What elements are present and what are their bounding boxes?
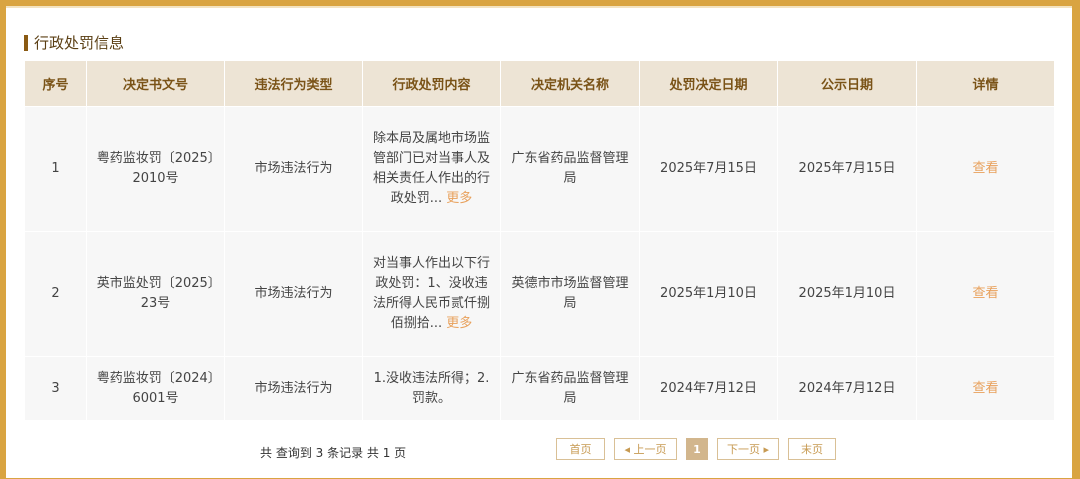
cell-doc: 英市监处罚〔2025〕23号 xyxy=(86,231,225,357)
header-publish-date: 公示日期 xyxy=(777,60,917,107)
more-link[interactable]: 更多 xyxy=(446,316,472,331)
cell-type: 市场违法行为 xyxy=(224,356,363,421)
cell-no: 3 xyxy=(24,356,87,421)
pagination: 首页 ◂ 上一页 1 下一页 ▸ 末页 xyxy=(556,438,836,460)
header-detail: 详情 xyxy=(916,60,1055,107)
cell-doc: 粤药监妆罚〔2025〕2010号 xyxy=(86,106,225,232)
view-link[interactable]: 查看 xyxy=(972,161,998,176)
view-link[interactable]: 查看 xyxy=(972,286,998,301)
content-text: 除本局及属地市场监管部门已对当事人及相关责任人作出的行政处罚... xyxy=(372,131,490,206)
cell-no: 1 xyxy=(24,106,87,232)
cell-publish-date: 2025年7月15日 xyxy=(777,106,917,232)
table-header-row: 序号 决定书文号 违法行为类型 行政处罚内容 决定机关名称 处罚决定日期 公示日… xyxy=(24,60,1055,107)
content-panel: 行政处罚信息 序号 决定书文号 违法行为类型 行政处罚内容 决定机关名称 处罚决… xyxy=(6,6,1072,478)
cell-content: 除本局及属地市场监管部门已对当事人及相关责任人作出的行政处罚... 更多 xyxy=(362,106,501,232)
title-bar-marker xyxy=(24,34,28,51)
cell-org: 广东省药品监督管理局 xyxy=(500,106,640,232)
penalty-table: 序号 决定书文号 违法行为类型 行政处罚内容 决定机关名称 处罚决定日期 公示日… xyxy=(24,60,1055,421)
current-page-button[interactable]: 1 xyxy=(686,438,708,460)
header-no: 序号 xyxy=(24,60,87,107)
cell-type: 市场违法行为 xyxy=(224,106,363,232)
header-content: 行政处罚内容 xyxy=(362,60,501,107)
cell-doc: 粤药监妆罚〔2024〕6001号 xyxy=(86,356,225,421)
cell-content: 1.没收违法所得；2.罚款。 xyxy=(362,356,501,421)
cell-detail: 查看 xyxy=(916,356,1055,421)
prev-page-button[interactable]: ◂ 上一页 xyxy=(614,438,677,460)
header-decision-date: 处罚决定日期 xyxy=(639,60,778,107)
cell-decision-date: 2025年7月15日 xyxy=(639,106,778,232)
cell-detail: 查看 xyxy=(916,231,1055,357)
cell-org: 英德市市场监督管理局 xyxy=(500,231,640,357)
cell-decision-date: 2024年7月12日 xyxy=(639,356,778,421)
cell-no: 2 xyxy=(24,231,87,357)
table-footer: 共 查询到 3 条记录 共 1 页 首页 ◂ 上一页 1 下一页 ▸ 末页 xyxy=(24,438,1054,466)
table-row: 2 英市监处罚〔2025〕23号 市场违法行为 对当事人作出以下行政处罚：1、没… xyxy=(24,231,1055,357)
view-link[interactable]: 查看 xyxy=(972,381,998,396)
next-page-button[interactable]: 下一页 ▸ xyxy=(717,438,779,460)
cell-decision-date: 2025年1月10日 xyxy=(639,231,778,357)
table-row: 3 粤药监妆罚〔2024〕6001号 市场违法行为 1.没收违法所得；2.罚款。… xyxy=(24,356,1055,421)
more-link[interactable]: 更多 xyxy=(446,191,472,206)
content-text: 1.没收违法所得；2.罚款。 xyxy=(373,370,490,406)
cell-publish-date: 2024年7月12日 xyxy=(777,356,917,421)
header-org: 决定机关名称 xyxy=(500,60,640,107)
section-title: 行政处罚信息 xyxy=(24,32,124,53)
content-text: 对当事人作出以下行政处罚：1、没收违法所得人民币贰仟捌佰捌拾... xyxy=(372,256,490,331)
cell-content: 对当事人作出以下行政处罚：1、没收违法所得人民币贰仟捌佰捌拾... 更多 xyxy=(362,231,501,357)
cell-org: 广东省药品监督管理局 xyxy=(500,356,640,421)
cell-type: 市场违法行为 xyxy=(224,231,363,357)
cell-detail: 查看 xyxy=(916,106,1055,232)
header-type: 违法行为类型 xyxy=(224,60,363,107)
last-page-button[interactable]: 末页 xyxy=(788,438,836,460)
section-title-text: 行政处罚信息 xyxy=(34,34,125,52)
cell-publish-date: 2025年1月10日 xyxy=(777,231,917,357)
table-row: 1 粤药监妆罚〔2025〕2010号 市场违法行为 除本局及属地市场监管部门已对… xyxy=(24,106,1055,232)
header-doc: 决定书文号 xyxy=(86,60,225,107)
first-page-button[interactable]: 首页 xyxy=(556,438,605,460)
record-count: 共 查询到 3 条记录 共 1 页 xyxy=(260,446,407,460)
